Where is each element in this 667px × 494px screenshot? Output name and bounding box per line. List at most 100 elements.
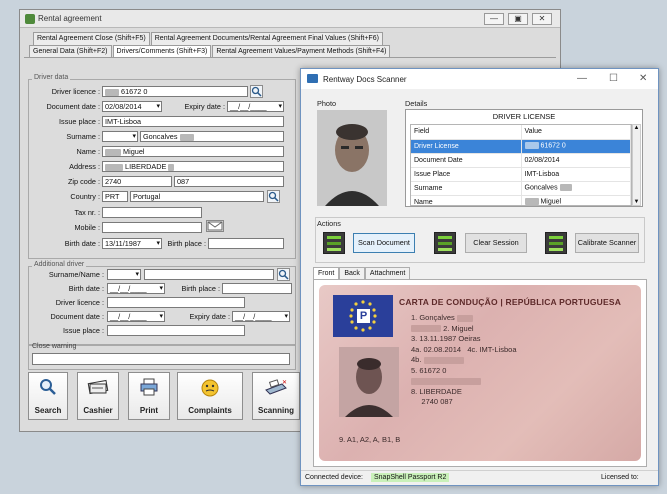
driver-license-card: P CARTA DE CONDUÇÃO | REPÚBLICA PORTUGUE… [319,285,641,461]
driver-photo [317,110,387,206]
add-birth-date-field[interactable]: __/__/____ [107,283,165,294]
details-panel: DRIVER LICENSE Field Value Driver Licens… [405,109,643,207]
add-birth-place-label: Birth place : [181,284,220,293]
zip-label: Zip code : [67,177,100,186]
clear-session-button[interactable]: Clear Session [465,233,527,253]
scanner-maximize-button[interactable]: ☐ [609,73,618,84]
scanner-app-icon [307,74,318,83]
country-search-button[interactable] [267,190,280,203]
card-line-1: 1. Gonçalves [411,313,517,324]
details-label: Details [405,99,428,108]
doc-date-label: Document date : [46,102,100,111]
scanning-button[interactable]: ✕ Scanning [252,372,300,420]
tab-back[interactable]: Back [339,267,365,279]
search-button[interactable]: Search [28,372,68,420]
cashier-button[interactable]: Cashier [77,372,119,420]
scanner-close-button[interactable]: ✕ [639,73,647,84]
search-icon [251,86,262,97]
table-row[interactable]: Name Miguel [411,195,631,205]
row-field: Issue Place [411,167,522,182]
table-row[interactable]: Issue Place IMT-Lisboa [411,167,631,182]
card-line-3: 3. 13.11.1987 Oeiras [411,334,481,343]
table-header-row: Field Value [411,125,631,140]
add-licence-label: Driver licence : [55,298,104,307]
print-button[interactable]: Print [128,372,170,420]
table-row[interactable]: Document Date 02/08/2014 [411,153,631,168]
add-expiry-field[interactable]: __/__/____ [232,311,290,322]
country-name-field[interactable]: Portugal [130,191,264,202]
birth-place-label: Birth place : [167,239,206,248]
minimize-button[interactable]: — [484,13,504,25]
add-birth-place-field[interactable] [222,283,292,294]
add-search-button[interactable] [277,268,290,281]
close-warning-label: Close warning [32,343,77,350]
search-icon [278,269,289,280]
zip-field[interactable]: 2740 [102,176,172,187]
expiry-field[interactable]: __/__/____ [227,101,284,112]
add-issue-place-field[interactable] [107,325,245,336]
issue-place-label: Issue place : [59,117,100,126]
add-doc-date-label: Document date : [50,312,104,321]
scanning-button-label: Scanning [257,406,294,415]
zip-ext-field[interactable]: 087 [174,176,284,187]
table-row[interactable]: Driver License 61672 0 [411,139,631,154]
scan-document-button[interactable]: Scan Document [353,233,415,253]
add-surname-field[interactable] [144,269,274,280]
country-letter: P [359,310,368,322]
search-icon [268,191,279,202]
scroll-up-icon[interactable]: ▲ [633,125,640,131]
tab-row-1: Rental Agreement Close (Shift+F5) Rental … [33,32,384,45]
address-label: Address : [69,162,100,171]
close-warning-field[interactable] [32,353,290,365]
additional-driver-label: Additional driver [32,261,87,268]
surname-field[interactable]: Goncalves [140,131,284,142]
tab-agreement-documents[interactable]: Rental Agreement Documents/Rental Agreem… [150,32,383,45]
doc-date-field[interactable]: 02/08/2014 [102,101,162,112]
address-field[interactable]: LIBERDADE [102,161,284,172]
email-icon[interactable] [206,220,224,232]
country-code-field[interactable]: PRT [102,191,128,202]
scanner-title-bar: Rentway Docs Scanner — ☐ ✕ [301,69,658,89]
details-scrollbar[interactable]: ▲ ▼ [632,124,641,206]
add-licence-field[interactable] [107,297,245,308]
licence-label: Driver licence : [51,87,100,96]
close-button[interactable]: ✕ [532,13,552,25]
country-label: Country : [70,192,100,201]
row-value: 02/08/2014 [521,153,631,168]
add-title-select[interactable] [107,269,141,280]
add-doc-date-field[interactable]: __/__/____ [107,311,165,322]
scanner-title: Rentway Docs Scanner [323,75,407,84]
row-field: Name [411,195,522,205]
licence-search-button[interactable] [250,85,263,98]
smiley-icon [201,379,219,397]
row-value: Goncalves [521,181,631,196]
calibrate-scanner-button[interactable]: Calibrate Scanner [575,233,639,253]
issue-place-field[interactable]: IMT-Lisboa [102,116,284,127]
col-value-header: Value [521,125,631,140]
docs-scanner-window: Rentway Docs Scanner — ☐ ✕ Photo Details… [300,68,659,486]
title-select[interactable] [102,131,138,142]
cashier-icon [87,379,109,395]
tab-attachment[interactable]: Attachment [364,267,411,279]
birth-date-field[interactable]: 13/11/1987 [102,238,162,249]
mobile-field[interactable] [102,222,202,233]
tab-agreement-close[interactable]: Rental Agreement Close (Shift+F5) [33,32,150,45]
scanner-minimize-button[interactable]: — [577,73,587,84]
complaints-button[interactable]: Complaints [177,372,243,420]
window-title: Rental agreement [38,14,102,23]
table-row[interactable]: Surname Goncalves [411,181,631,196]
details-table: Field Value Driver License 61672 0 Docum… [410,124,632,206]
licence-field[interactable]: 61672 0 [102,86,248,97]
add-issue-place-label: Issue place : [63,326,104,335]
licensed-label: Licensed to: [601,474,639,481]
magnifier-icon [40,379,56,395]
maximize-button[interactable]: ▣ [508,13,528,25]
photo-label: Photo [317,99,337,108]
svg-text:✕: ✕ [282,380,287,386]
tab-front[interactable]: Front [313,267,340,279]
tax-field[interactable] [102,207,202,218]
eu-flag: P [333,295,393,337]
scroll-down-icon[interactable]: ▼ [633,199,640,205]
name-field[interactable]: Miguel [102,146,284,157]
birth-place-field[interactable] [208,238,284,249]
